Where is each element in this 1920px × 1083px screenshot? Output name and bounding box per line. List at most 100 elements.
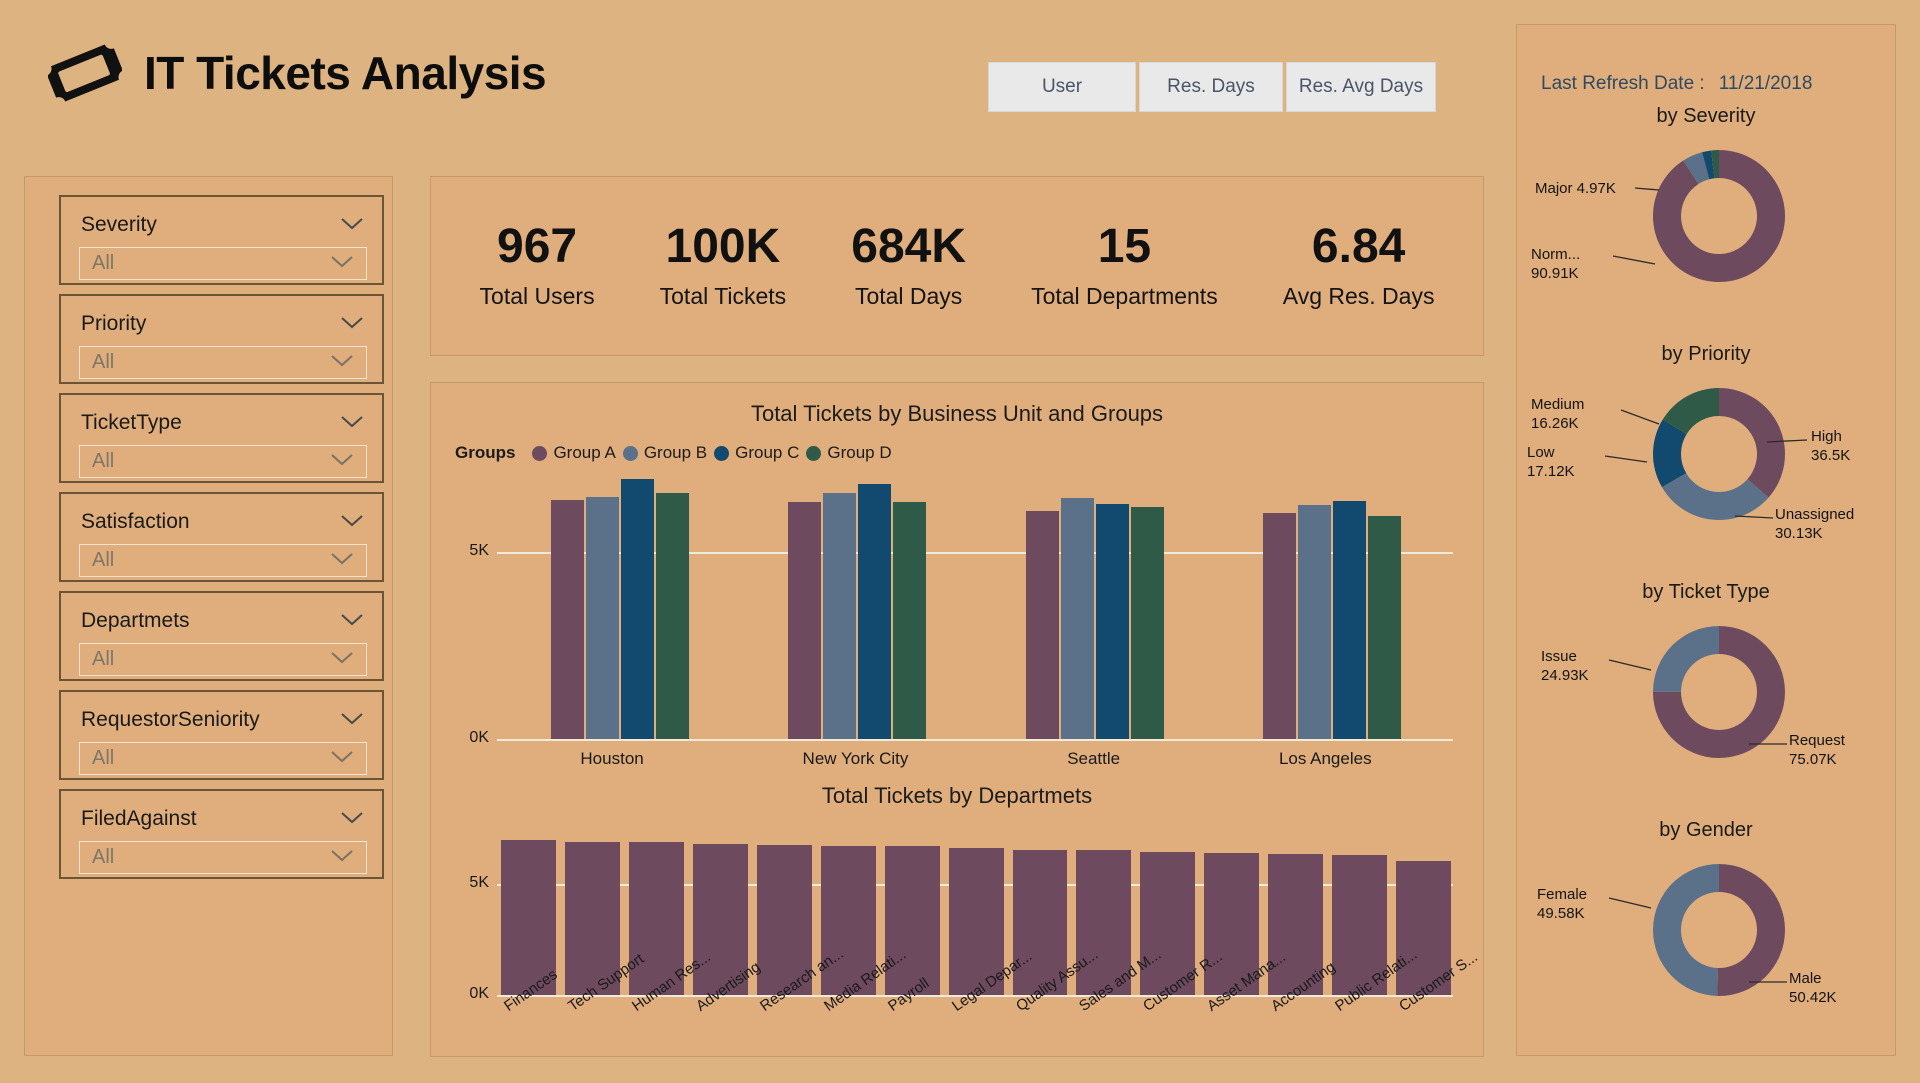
x-axis-tick-cell: Tech Support — [565, 950, 647, 1083]
kpi-card: 684K Total Days — [851, 220, 966, 309]
x-axis-tick-cell: Media Relati... — [821, 946, 909, 1083]
filter-requestorseniority[interactable]: RequestorSeniority All — [59, 690, 384, 780]
x-axis-labels: Finances Tech Support Human Res... Advertis… — [501, 945, 1481, 1083]
x-axis-labels: Houston New York City Seattle Los Angeles — [501, 739, 1451, 769]
bar[interactable] — [1095, 503, 1129, 739]
legend-item[interactable]: Group A — [532, 443, 616, 463]
chevron-down-icon[interactable] — [340, 316, 364, 330]
bar[interactable] — [655, 493, 689, 739]
grouped-bar-chart: 0K 5K Houston New York City Seattle Los Angel… — [453, 469, 1461, 768]
filter-value: All — [92, 549, 115, 571]
donut-data-label: Low 17.12K — [1527, 444, 1575, 480]
bar[interactable] — [1368, 515, 1402, 739]
bar[interactable] — [1060, 498, 1094, 739]
bar[interactable] — [823, 493, 857, 739]
bar[interactable] — [550, 500, 584, 739]
bar[interactable] — [620, 479, 654, 739]
filter-dropdown[interactable]: All — [79, 445, 367, 478]
chevron-down-icon[interactable] — [330, 354, 354, 368]
chevron-down-icon[interactable] — [340, 811, 364, 825]
chevron-down-icon[interactable] — [340, 415, 364, 429]
donut-data-label: Female 49.58K — [1537, 886, 1588, 922]
bar[interactable] — [788, 501, 822, 739]
leader-line — [1634, 187, 1660, 191]
leader-line — [1608, 897, 1652, 909]
x-axis-tick-cell: Finances — [501, 966, 561, 1083]
filter-value: All — [92, 846, 115, 868]
kpi-value: 15 — [1097, 220, 1152, 274]
header: IT Tickets Analysis User Res. Days Res. … — [0, 0, 1500, 150]
kpi-label: Total Days — [854, 282, 963, 309]
chevron-down-icon[interactable] — [340, 514, 364, 528]
filter-label: Severity — [81, 213, 157, 236]
legend-label: Group D — [827, 443, 892, 462]
kpi-value: 967 — [497, 220, 578, 274]
filter-tickettype[interactable]: TicketType All — [59, 393, 384, 483]
donut-holder: Medium 16.26K Low 17.12K High 36.5K Unassigned… — [1517, 366, 1897, 556]
filter-satisfaction[interactable]: Satisfaction All — [59, 492, 384, 582]
chevron-down-icon[interactable] — [330, 453, 354, 467]
donut-data-label: Norm... 90.91K — [1531, 246, 1581, 282]
tab-user[interactable]: User — [988, 62, 1136, 112]
filter-dropdown[interactable]: All — [79, 643, 367, 676]
kpi-label: Total Departments — [1031, 282, 1218, 309]
groups-legend: Groups Group A Group B Group C Group D — [455, 443, 1483, 463]
bar[interactable] — [1298, 505, 1332, 739]
bar[interactable] — [893, 502, 927, 739]
legend-item[interactable]: Group D — [806, 443, 892, 463]
chevron-down-icon[interactable] — [340, 613, 364, 627]
chevron-down-icon[interactable] — [330, 651, 354, 665]
legend-item[interactable]: Group C — [714, 443, 799, 463]
bar[interactable] — [1263, 512, 1297, 739]
bar[interactable] — [858, 484, 892, 739]
filter-dropdown[interactable]: All — [79, 247, 367, 280]
chevron-down-icon[interactable] — [340, 712, 364, 726]
donut-title: by Ticket Type — [1642, 581, 1770, 603]
filter-dropdown[interactable]: All — [79, 544, 367, 577]
kpi-label: Avg Res. Days — [1282, 282, 1435, 309]
donut-data-label: Major 4.97K — [1535, 180, 1616, 197]
filter-dropdown[interactable]: All — [79, 841, 367, 874]
filter-filedagainst[interactable]: FiledAgainst All — [59, 789, 384, 879]
chevron-down-icon[interactable] — [330, 849, 354, 863]
filter-sidebar: Severity All Priority All TicketType All… — [24, 176, 393, 1056]
bar[interactable] — [884, 846, 940, 995]
x-axis-tick: Seattle — [1067, 749, 1121, 768]
chevron-down-icon[interactable] — [330, 255, 354, 269]
leader-lines — [1612, 187, 1660, 265]
bar[interactable] — [1025, 510, 1059, 739]
filter-priority[interactable]: Priority All — [59, 294, 384, 384]
chevron-down-icon[interactable] — [340, 217, 364, 231]
filter-dropdown[interactable]: All — [79, 742, 367, 775]
filter-severity[interactable]: Severity All — [59, 195, 384, 285]
filter-label: Priority — [81, 312, 147, 335]
legend-item[interactable]: Group B — [622, 443, 707, 463]
kpi-value: 684K — [851, 220, 966, 274]
tab-res-avg-days[interactable]: Res. Avg Days — [1286, 62, 1436, 112]
page-title: IT Tickets Analysis — [144, 47, 547, 99]
filter-dropdown[interactable]: All — [79, 346, 367, 379]
chevron-down-icon[interactable] — [330, 750, 354, 764]
filter-departmets[interactable]: Departmets All — [59, 591, 384, 681]
summary-panel: Last Refresh Date : 11/21/2018 by Severit… — [1516, 24, 1896, 1056]
x-axis-tick-cell: Accounting — [1268, 958, 1339, 1083]
x-axis-tick-cell: Payroll — [885, 975, 940, 1083]
view-tabs: User Res. Days Res. Avg Days — [988, 62, 1436, 112]
tab-res-days[interactable]: Res. Days — [1139, 62, 1283, 112]
chevron-down-icon[interactable] — [330, 552, 354, 566]
kpi-value: 6.84 — [1311, 220, 1406, 274]
bar[interactable] — [1333, 500, 1367, 739]
donut-data-label: Request 75.07K — [1789, 732, 1845, 768]
leader-line — [1734, 515, 1774, 519]
grouped-bar-chart-title: Total Tickets by Business Unit and Group… — [750, 401, 1164, 426]
bar[interactable] — [585, 497, 619, 739]
brand: IT Tickets Analysis — [48, 40, 547, 106]
bar-group — [788, 469, 927, 739]
dashboard-page: IT Tickets Analysis User Res. Days Res. … — [0, 0, 1920, 1083]
leader-lines — [1608, 897, 1787, 983]
donut-block-gender: by Gender Female 49.58K Male 50.42K — [1517, 819, 1895, 1047]
donut-title: by Gender — [1659, 819, 1753, 841]
bar[interactable] — [1130, 506, 1164, 739]
donut-title: by Priority — [1661, 343, 1751, 365]
ticket-icon — [48, 44, 122, 102]
